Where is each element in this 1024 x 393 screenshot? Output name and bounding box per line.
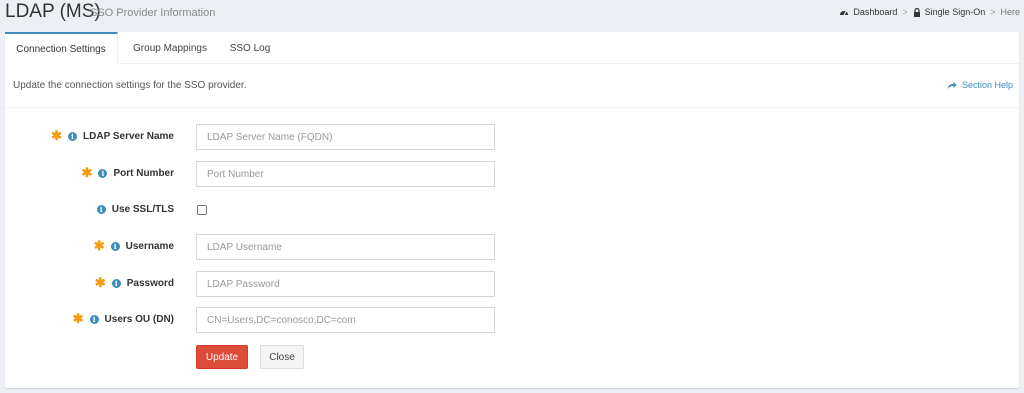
page-title: LDAP (MS) [5, 1, 101, 22]
tab-group-mappings[interactable]: Group Mappings [125, 32, 215, 64]
section-help-link[interactable]: Section Help [947, 80, 1013, 90]
required-asterisk-icon: ✱ [94, 275, 106, 290]
intro-bar: Update the connection settings for the S… [5, 64, 1019, 108]
breadcrumb-dashboard[interactable]: Dashboard [839, 7, 897, 17]
form-row-ldap-server-name: ✱ i LDAP Server Name [5, 124, 1019, 150]
required-asterisk-icon: ✱ [51, 128, 63, 143]
tab-sso-log[interactable]: SSO Log [220, 32, 280, 64]
breadcrumb-dashboard-label[interactable]: Dashboard [853, 7, 897, 17]
update-button[interactable]: Update [196, 345, 248, 369]
label-group: ✱ i Port Number [81, 165, 174, 180]
page-subtitle: SSO Provider Information [90, 7, 216, 19]
breadcrumb-single-sign-on-label[interactable]: Single Sign-On [925, 7, 986, 17]
form-row-port-number: ✱ i Port Number [5, 161, 1019, 187]
port-number-input[interactable] [196, 161, 495, 187]
username-input[interactable] [196, 234, 495, 260]
breadcrumb-separator: > [990, 7, 996, 17]
breadcrumb-single-sign-on[interactable]: Single Sign-On [913, 7, 986, 17]
username-label: Username [125, 240, 174, 252]
password-input[interactable] [196, 271, 495, 297]
tab-bar: Connection Settings Group Mappings SSO L… [5, 32, 1019, 64]
share-icon [947, 81, 957, 89]
tab-connection-settings[interactable]: Connection Settings [5, 32, 118, 64]
label-group: ✱ i Username [93, 238, 174, 253]
lock-icon [913, 7, 920, 17]
form-row-users-ou: ✱ i Users OU (DN) [5, 307, 1019, 333]
info-icon[interactable]: i [111, 278, 121, 288]
intro-text: Update the connection settings for the S… [13, 80, 247, 91]
form-row-use-ssl-tls: i Use SSL/TLS [5, 198, 1019, 224]
breadcrumb-separator: > [902, 7, 908, 17]
settings-panel: Connection Settings Group Mappings SSO L… [5, 32, 1019, 388]
users-ou-label: Users OU (DN) [104, 313, 174, 325]
info-icon[interactable]: i [68, 131, 78, 141]
breadcrumb: Dashboard > Single Sign-On > Here [839, 7, 1020, 17]
breadcrumb-current: Here [1000, 7, 1020, 17]
section-help-label[interactable]: Section Help [962, 80, 1013, 90]
label-group: ✱ i Users OU (DN) [72, 311, 174, 326]
password-label: Password [126, 277, 174, 289]
required-asterisk-icon: ✱ [93, 238, 105, 253]
form-row-password: ✱ i Password [5, 271, 1019, 297]
required-asterisk-icon: ✱ [81, 165, 93, 180]
ldap-server-name-label: LDAP Server Name [83, 130, 174, 142]
form-row-username: ✱ i Username [5, 234, 1019, 260]
dashboard-icon [840, 11, 849, 16]
use-ssl-tls-label: Use SSL/TLS [111, 204, 174, 215]
info-icon[interactable]: i [110, 241, 120, 251]
ldap-server-name-input[interactable] [196, 124, 495, 150]
users-ou-input[interactable] [196, 307, 495, 333]
close-button[interactable]: Close [260, 345, 304, 369]
label-group: i Use SSL/TLS [96, 204, 174, 215]
label-group: ✱ i LDAP Server Name [51, 128, 174, 143]
info-icon[interactable]: i [96, 205, 106, 214]
required-asterisk-icon: ✱ [72, 311, 84, 326]
port-number-label: Port Number [113, 167, 174, 179]
info-icon[interactable]: i [98, 168, 108, 178]
use-ssl-tls-checkbox[interactable] [197, 205, 207, 215]
info-icon[interactable]: i [89, 314, 99, 324]
label-group: ✱ i Password [94, 275, 174, 290]
page-header: LDAP (MS) SSO Provider Information Dashb… [0, 0, 1024, 30]
